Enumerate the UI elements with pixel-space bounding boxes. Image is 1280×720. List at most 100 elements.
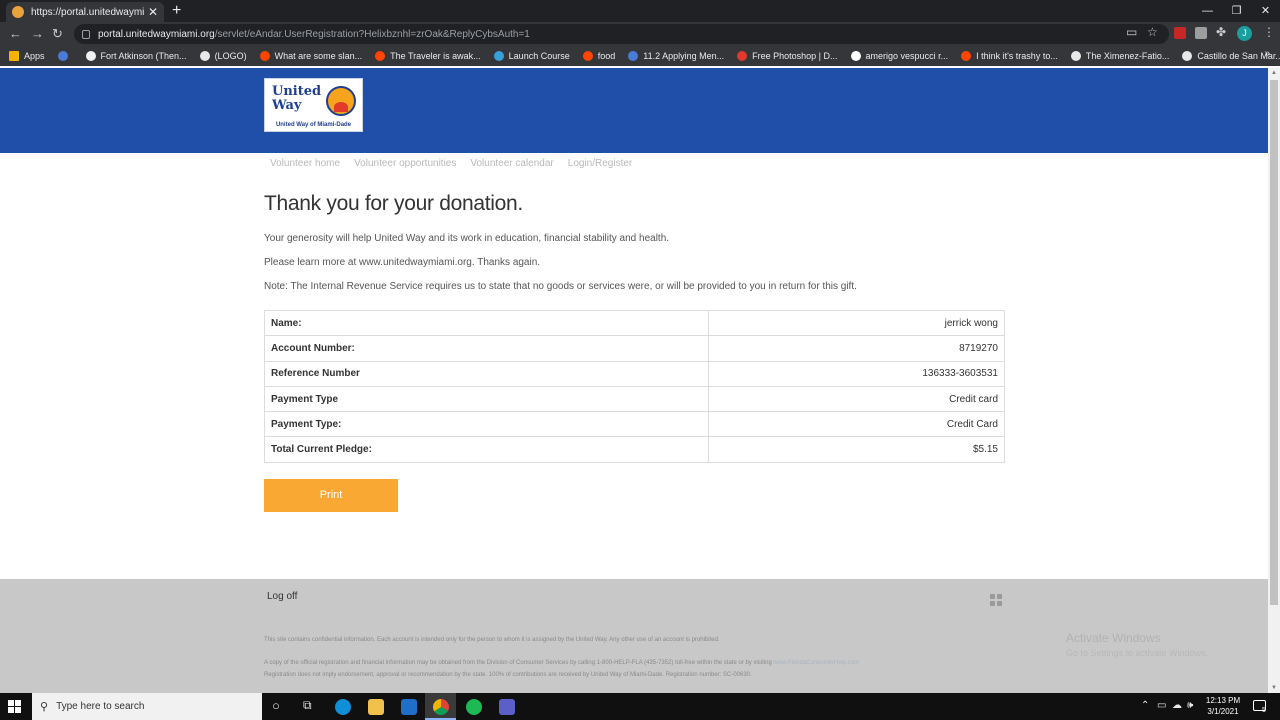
system-clock[interactable]: 12:13 PM 3/1/2021	[1200, 695, 1246, 717]
notification-count: 5	[1262, 707, 1266, 714]
row-label: Payment Type:	[264, 411, 709, 438]
footer-confidential-text: This site contains confidential informat…	[264, 637, 720, 643]
bookmark-item[interactable]: The Ximenez-Fatio...	[1070, 51, 1170, 61]
address-bar[interactable]: portal.unitedwaymiami.org/servlet/eAndar…	[74, 24, 1169, 44]
bookmark-favicon-icon	[1182, 51, 1193, 61]
reader-mode-icon[interactable]: ▭	[1126, 25, 1137, 39]
edge-icon[interactable]	[335, 699, 351, 715]
ublock-extension-icon[interactable]	[1174, 27, 1186, 39]
bookmark-item[interactable]: amerigo vespucci r...	[850, 51, 949, 61]
donation-summary-table: Name: jerrick wong Account Number: 8719270…	[264, 309, 1005, 463]
grid-icon[interactable]	[990, 594, 1002, 606]
browser-tab-bar: https://portal.unitedwaymiami.or ✕ + — ❐…	[0, 0, 1280, 22]
table-row: Payment Type: Credit Card	[264, 411, 1005, 438]
bookmark-label: The Traveler is awak...	[390, 51, 481, 61]
volume-icon[interactable]: 🕪	[1187, 700, 1193, 711]
teams-icon[interactable]	[499, 699, 515, 715]
close-tab-icon[interactable]: ✕	[148, 5, 158, 19]
table-row: Account Number: 8719270	[264, 335, 1005, 362]
windows-start-icon[interactable]	[8, 700, 21, 713]
bookmark-apps[interactable]: Apps	[9, 51, 45, 61]
print-button[interactable]: Print	[264, 479, 398, 512]
scroll-up-icon[interactable]: ▲	[1271, 70, 1277, 76]
bookmark-item[interactable]: Free Photoshop | D...	[737, 51, 838, 61]
bookmark-label: 11.2 Applying Men...	[643, 51, 725, 61]
activate-windows-subtitle: Go to Settings to activate Windows.	[1066, 648, 1209, 658]
footer-endorsement-text: Registration does not imply endorsement,…	[264, 672, 752, 678]
spotify-icon[interactable]	[466, 699, 482, 715]
restore-window-icon[interactable]: ❐	[1222, 0, 1251, 22]
battery-icon[interactable]: ▭	[1157, 700, 1166, 711]
new-tab-icon[interactable]: +	[172, 2, 181, 20]
page-content: United Way United Way of Miami-Dade Volun…	[0, 68, 1268, 693]
nav-volunteer-home[interactable]: Volunteer home	[270, 158, 340, 169]
extensions-puzzle-icon[interactable]: ✤	[1216, 25, 1226, 39]
bookmark-item[interactable]: What are some slan...	[259, 51, 362, 61]
bookmark-item[interactable]: Fort Atkinson (Then...	[85, 51, 187, 61]
taskbar-search-box[interactable]: ⚲ Type here to search	[32, 693, 262, 720]
volunteer-nav: Volunteer home Volunteer opportunities V…	[270, 158, 646, 169]
show-hidden-icons-icon[interactable]: ⌃	[1141, 700, 1149, 711]
bookmark-favicon-icon	[375, 51, 386, 61]
profile-avatar[interactable]: J	[1237, 26, 1252, 41]
bookmark-label: amerigo vespucci r...	[865, 51, 949, 61]
bookmark-favicon-icon	[961, 51, 972, 61]
row-label: Reference Number	[264, 360, 709, 387]
close-window-icon[interactable]: ✕	[1251, 0, 1280, 22]
logo-text-line1: United	[272, 84, 322, 99]
nav-login-register[interactable]: Login/Register	[568, 158, 632, 169]
page-scrollbar[interactable]: ▲ ▼	[1268, 68, 1280, 693]
scroll-down-icon[interactable]: ▼	[1271, 685, 1277, 691]
learn-more-text: Please learn more at www.unitedwaymiami.…	[264, 257, 541, 268]
bookmark-item[interactable]: I think it's trashy to...	[961, 51, 1058, 61]
row-value: 136333-3603531	[708, 360, 1005, 387]
bookmark-label: Free Photoshop | D...	[752, 51, 838, 61]
page-footer: Log off This site contains confidential …	[0, 579, 1268, 693]
file-explorer-icon[interactable]	[368, 699, 384, 715]
browser-tab[interactable]: https://portal.unitedwaymiami.or ✕	[6, 2, 164, 22]
bookmark-label: The Ximenez-Fatio...	[1085, 51, 1170, 61]
bookmark-item[interactable]: (LOGO)	[199, 51, 247, 61]
bookmark-favicon-icon	[737, 51, 748, 61]
row-label: Total Current Pledge:	[264, 436, 709, 463]
bookmark-favicon-icon	[582, 51, 593, 61]
row-label: Name:	[264, 309, 709, 337]
cortana-icon[interactable]: ○	[272, 698, 280, 713]
onedrive-icon[interactable]: ☁	[1172, 700, 1182, 711]
scrollbar-thumb[interactable]	[1270, 80, 1278, 605]
bookmark-item[interactable]: The Traveler is awak...	[375, 51, 481, 61]
bookmark-star-icon[interactable]: ☆	[1147, 25, 1158, 39]
nav-volunteer-opportunities[interactable]: Volunteer opportunities	[354, 158, 456, 169]
browser-menu-icon[interactable]: ⋮	[1263, 25, 1275, 39]
bookmark-favicon-icon	[493, 51, 504, 61]
row-label: Payment Type	[264, 385, 709, 413]
united-way-logo[interactable]: United Way United Way of Miami-Dade	[264, 78, 363, 132]
tab-title: https://portal.unitedwaymiami.or	[31, 6, 144, 18]
consumer-help-link[interactable]: www.FloridaConsumerHelp.com	[773, 660, 859, 666]
more-bookmarks-icon[interactable]: »	[1264, 48, 1270, 59]
log-off-link[interactable]: Log off	[267, 591, 297, 602]
search-icon: ⚲	[40, 701, 49, 713]
generosity-text: Your generosity will help United Way and…	[264, 233, 670, 244]
bookmark-item[interactable]: 11.2 Applying Men...	[628, 51, 724, 61]
bookmark-item[interactable]: Launch Course	[493, 51, 570, 61]
mail-icon[interactable]	[401, 699, 417, 715]
bookmark-label: I think it's trashy to...	[976, 51, 1058, 61]
reload-icon[interactable]: ↻	[52, 26, 63, 42]
nav-volunteer-calendar[interactable]: Volunteer calendar	[470, 158, 553, 169]
forward-icon[interactable]: →	[31, 26, 44, 42]
bookmark-favicon-icon	[850, 51, 861, 61]
bookmark-item[interactable]	[57, 51, 73, 61]
url-host: portal.unitedwaymiami.org	[98, 28, 215, 40]
bookmark-item[interactable]: food	[582, 51, 615, 61]
header-banner: United Way United Way of Miami-Dade	[0, 68, 1268, 153]
task-view-icon[interactable]: ⧉	[303, 698, 312, 713]
windows-taskbar: ⚲ Type here to search ○ ⧉ ⌃ ▭ ☁ 🕪 12:13 …	[0, 693, 1280, 720]
irs-note-text: Note: The Internal Revenue Service requi…	[264, 281, 857, 292]
back-icon[interactable]: ←	[9, 26, 22, 42]
minimize-window-icon[interactable]: —	[1193, 0, 1222, 22]
bookmark-label: Launch Course	[508, 51, 570, 61]
table-row: Total Current Pledge: $5.15	[264, 436, 1005, 463]
chrome-taskbar-button[interactable]	[425, 693, 456, 720]
extension-icon[interactable]	[1195, 27, 1207, 39]
